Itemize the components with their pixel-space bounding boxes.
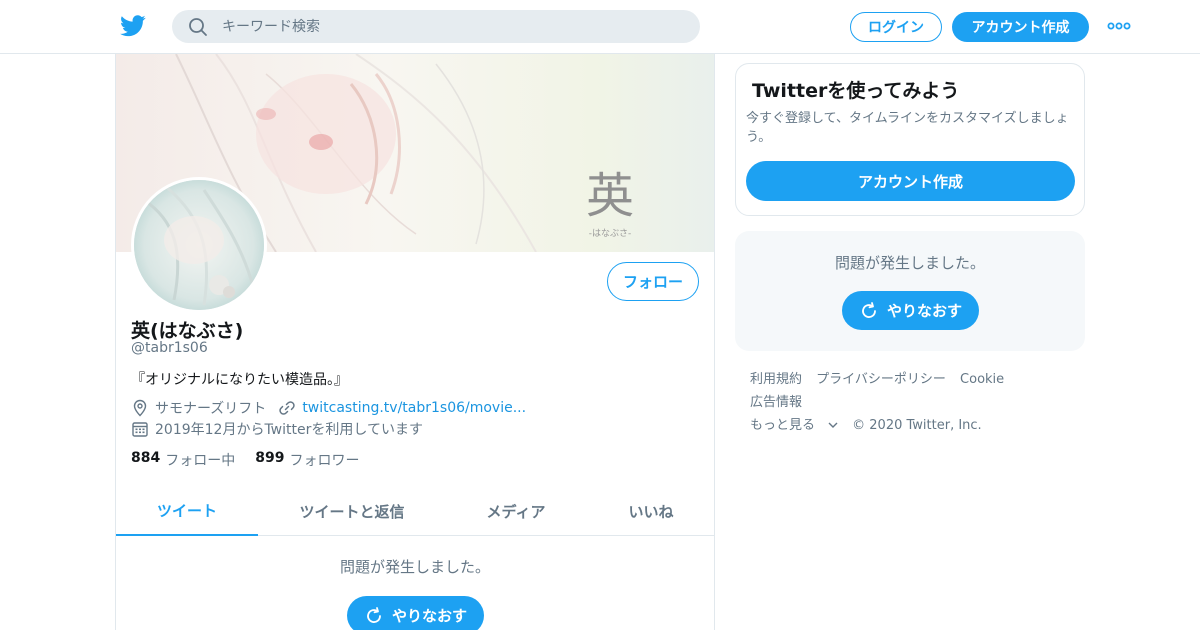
profile-url-link[interactable]: twitcasting.tv/tabr1s06/movie... bbox=[302, 400, 526, 416]
sidebar-retry-label: やりなおす bbox=[886, 302, 962, 320]
followers-count: 899 bbox=[255, 450, 285, 466]
location-text: サモナーズリフト bbox=[155, 401, 267, 417]
twitter-bird-icon[interactable] bbox=[120, 14, 146, 38]
follow-button[interactable]: フォロー bbox=[607, 262, 699, 301]
tab-tweets-replies[interactable]: ツイートと返信 bbox=[268, 486, 436, 536]
avatar[interactable] bbox=[131, 177, 267, 313]
sidebar-error-message: 問題が発生しました。 bbox=[834, 254, 985, 272]
tab-tweets[interactable]: ツイート bbox=[116, 486, 258, 536]
joined-text: 2019年12月からTwitterを利用しています bbox=[155, 422, 423, 438]
retry-icon bbox=[862, 301, 876, 318]
timeline-error-message: 問題が発生しました。 bbox=[339, 558, 490, 576]
followers-label: フォロワー bbox=[289, 453, 360, 469]
footer-links: 利用規約 プライバシーポリシー Cookie 広告情報 もっと見る © 2020… bbox=[750, 368, 1080, 437]
following-count: 884 bbox=[131, 450, 161, 466]
following-label: フォロー中 bbox=[165, 453, 236, 469]
signup-card-button[interactable]: アカウント作成 bbox=[746, 161, 1075, 201]
footer-cookie-link[interactable]: Cookie bbox=[960, 372, 1004, 387]
tab-media[interactable]: メディア bbox=[461, 486, 571, 536]
search-input[interactable] bbox=[222, 10, 682, 43]
user-handle: @tabr1s06 bbox=[131, 340, 208, 356]
avatar-image bbox=[134, 180, 264, 310]
profile-meta-joined: 2019年12月からTwitterを利用しています bbox=[131, 419, 423, 439]
calendar-icon bbox=[132, 422, 148, 437]
profile-column: 英 -はなぶさ- フォロー 英(はなぶさ) @tabr1s06 『オリジナルにな… bbox=[115, 54, 715, 630]
footer-more-label: もっと見る bbox=[750, 418, 816, 433]
footer-more-link[interactable]: もっと見る bbox=[750, 418, 838, 433]
more-dots-icon[interactable] bbox=[1107, 19, 1131, 33]
timeline-retry-label: やりなおす bbox=[391, 607, 467, 625]
following-stat[interactable]: 884 フォロー中 bbox=[131, 450, 235, 470]
sidebar-retry-button[interactable]: やりなおす bbox=[842, 291, 979, 330]
banner-subtitle-text: -はなぶさ- bbox=[589, 228, 632, 239]
retry-icon bbox=[367, 606, 381, 623]
footer-terms-link[interactable]: 利用規約 bbox=[750, 372, 802, 387]
login-button[interactable]: ログイン bbox=[850, 12, 942, 42]
location-icon bbox=[133, 399, 147, 417]
timeline-retry-button[interactable]: やりなおす bbox=[347, 596, 484, 630]
footer-ads-link[interactable]: 広告情報 bbox=[750, 395, 802, 410]
search-bar bbox=[172, 10, 700, 43]
footer-copyright: © 2020 Twitter, Inc. bbox=[852, 418, 982, 433]
tab-likes[interactable]: いいね bbox=[601, 486, 701, 536]
sidebar-error-card: 問題が発生しました。 やりなおす bbox=[735, 231, 1085, 351]
followers-stat[interactable]: 899 フォロワー bbox=[255, 450, 359, 470]
display-name[interactable]: 英(はなぶさ) bbox=[131, 316, 243, 343]
signup-card-description: 今すぐ登録して、タイムラインをカスタマイズしましょう。 bbox=[746, 111, 1069, 145]
profile-meta-location-link: サモナーズリフト twitcasting.tv/tabr1s06/movie..… bbox=[131, 398, 526, 418]
profile-tabs: ツイート ツイートと返信 メディア いいね bbox=[116, 486, 714, 536]
banner-title-text: 英 bbox=[586, 168, 634, 224]
profile-bio: 『オリジナルになりたい模造品。』 bbox=[131, 372, 348, 388]
profile-stats: 884 フォロー中 899 フォロワー bbox=[131, 450, 379, 470]
signup-card: Twitterを使ってみよう 今すぐ登録して、タイムラインをカスタマイズしましょ… bbox=[735, 63, 1085, 216]
signup-card-title: Twitterを使ってみよう bbox=[752, 80, 960, 102]
footer-privacy-link[interactable]: プライバシーポリシー bbox=[816, 372, 946, 387]
link-icon bbox=[279, 401, 296, 415]
top-navigation: ログイン アカウント作成 bbox=[0, 0, 1200, 54]
signup-button-top[interactable]: アカウント作成 bbox=[952, 12, 1089, 42]
search-icon bbox=[189, 18, 207, 36]
chevron-down-icon bbox=[828, 422, 838, 428]
